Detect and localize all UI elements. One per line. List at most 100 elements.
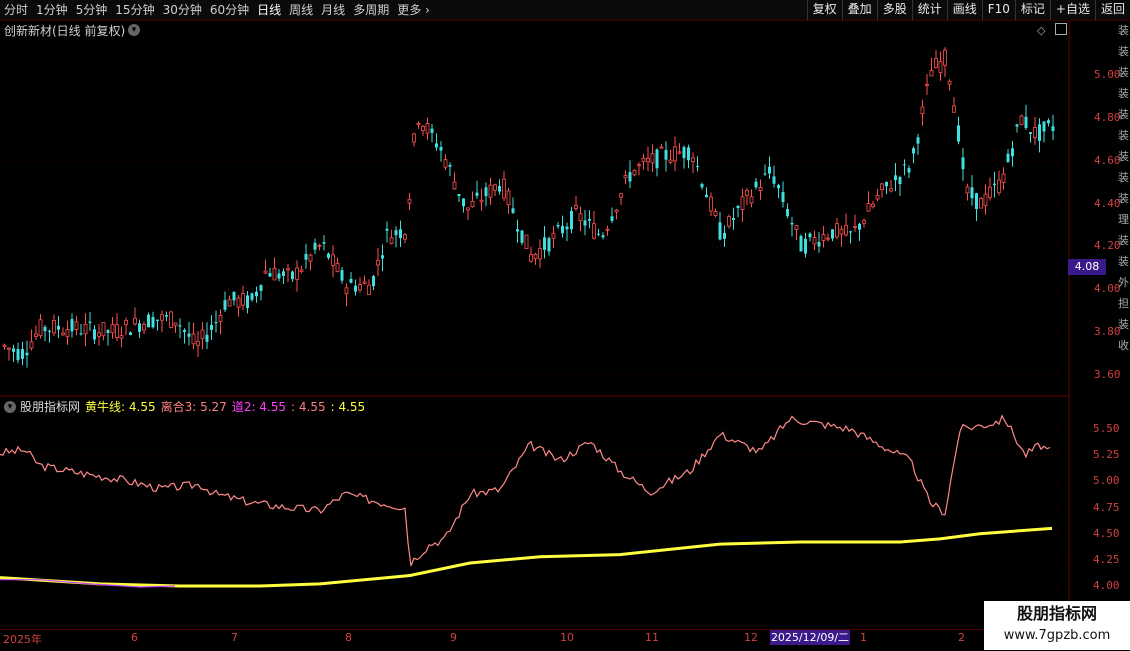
watermark-url: www.7gpzb.com (1003, 628, 1111, 643)
candle-body (124, 319, 128, 325)
candle-body (165, 315, 168, 317)
candle-body (93, 329, 96, 340)
candle-body (79, 333, 83, 335)
candle-body (997, 179, 1001, 194)
candle-body (187, 333, 191, 337)
legend-item-4: : 4.55 (330, 399, 366, 414)
candle-body (358, 284, 362, 291)
candle-body (925, 84, 929, 86)
candle-body (943, 49, 947, 66)
candle-body (1038, 124, 1041, 141)
price-tick: 3.80 (1094, 325, 1121, 339)
candle-body (218, 314, 223, 322)
right-side-strip: 装装装装装装装装装理装装外担装收 (1118, 20, 1130, 395)
strip-char: 装 (1118, 150, 1129, 163)
candle-body (88, 321, 92, 323)
candle-body (57, 325, 60, 330)
candle-body (439, 147, 443, 151)
candle-body (308, 254, 313, 262)
candle-body (965, 186, 970, 194)
candle-body (691, 157, 695, 163)
candle-body (462, 198, 465, 207)
price-tick: 4.00 (1094, 282, 1121, 296)
candle-body (502, 178, 506, 199)
strip-char: 收 (1118, 339, 1129, 352)
candle-body (7, 347, 11, 350)
candle-body (934, 58, 938, 69)
candle-body (619, 193, 623, 198)
candle-body (372, 276, 375, 287)
candle-body (786, 209, 789, 217)
candle-body (344, 287, 349, 295)
candle-body (1042, 121, 1046, 132)
candle-body (241, 293, 245, 306)
candle-body (556, 225, 560, 227)
candle-body (970, 187, 974, 199)
candle-body (947, 80, 952, 85)
candle-body (533, 253, 538, 259)
candle-body (21, 348, 24, 359)
candle-body (655, 149, 659, 169)
indicator-legend: ▾ 股朋指标网 黄牛线: 4.55 离合3: 5.27 道2: 4.55: 4.55… (4, 398, 370, 415)
candle-body (34, 333, 38, 337)
price-tick: 4.20 (1094, 239, 1121, 253)
candle-body (614, 209, 619, 213)
candle-body (637, 164, 641, 167)
candle-body (804, 238, 807, 254)
candle-body (705, 194, 708, 198)
date-tick: 7 (231, 631, 238, 644)
candle-body (421, 125, 425, 131)
strip-char: 装 (1118, 129, 1129, 142)
price-tick: 5.00 (1094, 68, 1121, 81)
candle-body (601, 235, 605, 238)
candle-body (889, 188, 893, 192)
candle-body (385, 228, 389, 231)
indicator-tick: 4.00 (1093, 579, 1120, 592)
candle-body (259, 285, 263, 291)
candle-body (52, 320, 56, 334)
candle-body (12, 348, 15, 352)
candle-body (794, 225, 799, 230)
indicator-menu-icon[interactable]: ▾ (4, 400, 16, 413)
candle-body (875, 195, 880, 200)
candle-body (470, 200, 475, 207)
candle-body (597, 233, 600, 235)
candle-body (551, 232, 556, 239)
candle-body (570, 210, 573, 230)
candle-body (115, 324, 119, 339)
candle-body (295, 267, 299, 280)
strip-char: 装 (1118, 24, 1129, 37)
candle-body (1047, 120, 1050, 124)
candle-body (821, 234, 826, 241)
candle-body (83, 323, 88, 335)
candle-body (475, 192, 479, 196)
candle-body (817, 241, 821, 247)
candle-body (529, 254, 533, 262)
candle-body (205, 334, 209, 342)
candle-body (340, 270, 344, 281)
candle-body (236, 297, 241, 308)
strip-char: 担 (1118, 297, 1129, 310)
candle-body (101, 322, 106, 337)
strip-char: 装 (1118, 66, 1129, 79)
candle-body (272, 267, 277, 281)
indicator-line-yellow (0, 526, 1053, 588)
price-tick: 4.60 (1094, 153, 1121, 167)
candle-body (430, 128, 434, 133)
strip-char: 理 (1118, 213, 1129, 226)
candle-body (718, 222, 722, 240)
candle-body (578, 213, 583, 222)
candle-body (826, 237, 830, 240)
candle-body (894, 175, 897, 181)
candle-body (520, 230, 524, 243)
candle-body (565, 226, 569, 230)
indicator-tick: 4.75 (1093, 500, 1120, 514)
strip-char: 装 (1118, 45, 1129, 58)
candle-body (488, 184, 493, 198)
candle-body (443, 159, 448, 168)
candle-body (25, 352, 29, 356)
price-tick: 4.40 (1094, 196, 1121, 210)
indicator-tick: 5.50 (1093, 422, 1120, 435)
candle-body (61, 332, 65, 336)
candle-body (574, 205, 578, 209)
